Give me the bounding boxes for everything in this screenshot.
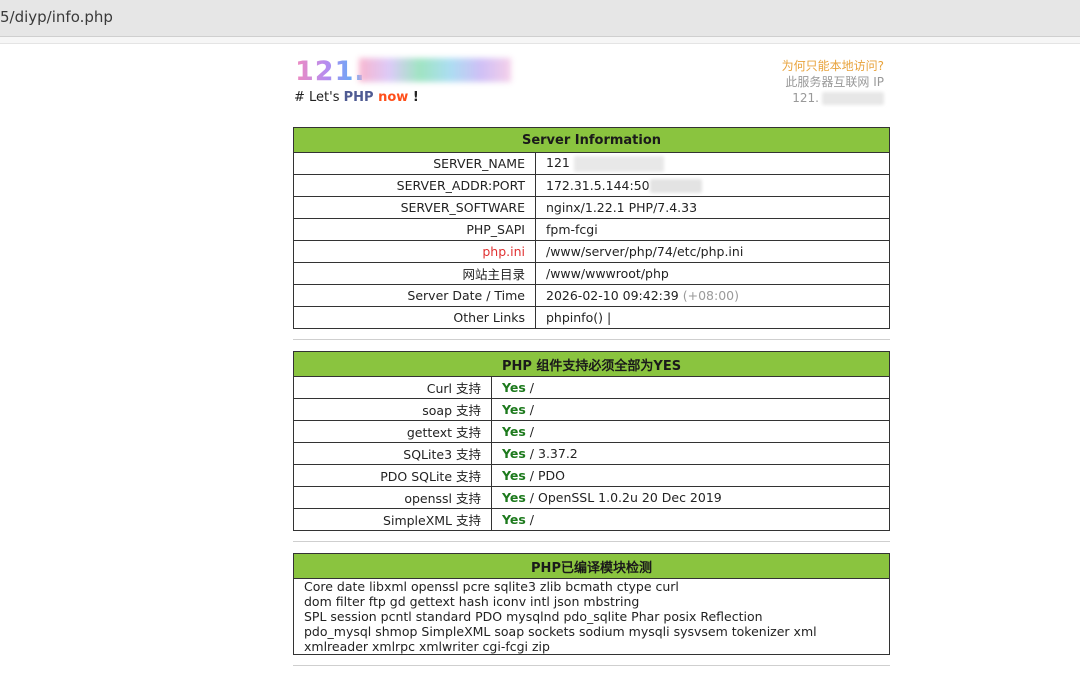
table-row: Server Date / Time 2026-02-10 09:42:39 (… xyxy=(293,284,890,307)
row-value: Yes / 3.37.2 xyxy=(491,442,890,465)
redacted-port-blur xyxy=(649,179,702,194)
row-value: 2026-02-10 09:42:39 (+08:00) xyxy=(535,284,890,307)
yes-status: Yes xyxy=(502,446,526,461)
tagline: # Let's PHP now ! xyxy=(294,90,419,105)
row-value: fpm-fcgi xyxy=(535,218,890,241)
row-value: /www/server/php/74/etc/php.ini xyxy=(535,240,890,263)
row-value: 172.31.5.144:50 xyxy=(535,174,890,197)
toolbar-divider xyxy=(0,37,1080,44)
table-row: PDO SQLite 支持 Yes / PDO xyxy=(293,464,890,487)
row-value: Yes / xyxy=(491,376,890,399)
tagline-prefix: # Let's xyxy=(294,90,344,105)
row-value: Yes / xyxy=(491,398,890,421)
row-key: Server Date / Time xyxy=(293,284,536,307)
table-row: SERVER_SOFTWARE nginx/1.22.1 PHP/7.4.33 xyxy=(293,196,890,219)
server-info-table: Server Information SERVER_NAME 121 SERVE… xyxy=(293,127,890,329)
row-detail: / xyxy=(525,380,535,395)
phpinfo-link[interactable]: phpinfo() | xyxy=(535,306,890,329)
tagline-php: PHP xyxy=(343,90,374,105)
row-value: Yes / xyxy=(491,508,890,531)
section-divider xyxy=(293,665,890,666)
row-key: Other Links xyxy=(293,306,536,329)
table-row: SERVER_ADDR:PORT 172.31.5.144:50 xyxy=(293,174,890,197)
timezone-offset: (+08:00) xyxy=(682,288,739,303)
host-title: 121. xyxy=(295,56,366,87)
public-ip-prefix: 121. xyxy=(792,91,819,105)
public-ip-label: 此服务器互联网 IP xyxy=(785,75,884,89)
server-addr-value: 172.31.5.144:50 xyxy=(546,177,650,193)
row-detail: / OpenSSL 1.0.2u 20 Dec 2019 xyxy=(525,490,722,505)
modules-table: PHP已编译模块检测 Core date libxml openssl pcre… xyxy=(293,553,890,655)
table-row: 网站主目录 /www/wwwroot/php xyxy=(293,262,890,285)
row-key: PDO SQLite 支持 xyxy=(293,464,492,487)
url-text[interactable]: 5/diyp/info.php xyxy=(0,8,113,26)
browser-address-bar[interactable]: 5/diyp/info.php xyxy=(0,0,1080,37)
row-value: 121 xyxy=(535,152,890,175)
modules-title: PHP已编译模块检测 xyxy=(293,553,890,579)
section-divider xyxy=(293,541,890,542)
modules-line: SPL session pcntl standard PDO mysqlnd p… xyxy=(304,609,763,624)
modules-line: Core date libxml openssl pcre sqlite3 zl… xyxy=(304,579,679,594)
yes-status: Yes xyxy=(502,468,526,483)
row-key: openssl 支持 xyxy=(293,486,492,509)
php-support-table: PHP 组件支持必须全部为YES Curl 支持 Yes / soap 支持 Y… xyxy=(293,351,890,531)
server-info-title: Server Information xyxy=(293,127,890,153)
row-detail: / PDO xyxy=(525,468,565,483)
row-detail: / xyxy=(525,512,535,527)
row-value: nginx/1.22.1 PHP/7.4.33 xyxy=(535,196,890,219)
tagline-now: now xyxy=(373,90,409,105)
row-key: PHP_SAPI xyxy=(293,218,536,241)
redacted-host-blur xyxy=(359,58,511,82)
php-support-title: PHP 组件支持必须全部为YES xyxy=(293,351,890,377)
modules-line: xmlreader xmlrpc xmlwriter cgi-fcgi zip xyxy=(304,639,550,654)
why-local-only-link[interactable]: 为何只能本地访问? xyxy=(782,58,884,74)
table-row: Curl 支持 Yes / xyxy=(293,376,890,399)
table-row: php.ini /www/server/php/74/etc/php.ini xyxy=(293,240,890,263)
row-value: Yes / OpenSSL 1.0.2u 20 Dec 2019 xyxy=(491,486,890,509)
modules-line: pdo_mysql shmop SimpleXML soap sockets s… xyxy=(304,624,817,639)
redacted-name-blur xyxy=(573,155,664,172)
page-header: 121. # Let's PHP now ! 为何只能本地访问? 此服务器互联网… xyxy=(293,52,890,116)
table-row: Other Links phpinfo() | xyxy=(293,306,890,329)
php-ini-link[interactable]: php.ini xyxy=(293,240,536,263)
probe-page: 121. # Let's PHP now ! 为何只能本地访问? 此服务器互联网… xyxy=(293,52,890,666)
row-value: Yes / PDO xyxy=(491,464,890,487)
redacted-ip-blur xyxy=(822,92,884,105)
yes-status: Yes xyxy=(502,512,526,527)
table-row: gettext 支持 Yes / xyxy=(293,420,890,443)
yes-status: Yes xyxy=(502,424,526,439)
row-key: SERVER_NAME xyxy=(293,152,536,175)
row-detail: / xyxy=(525,402,535,417)
yes-status: Yes xyxy=(502,380,526,395)
modules-list: Core date libxml openssl pcre sqlite3 zl… xyxy=(293,578,890,655)
row-key: soap 支持 xyxy=(293,398,492,421)
row-detail: / 3.37.2 xyxy=(525,446,578,461)
server-date-value: 2026-02-10 09:42:39 xyxy=(546,288,679,303)
table-row: soap 支持 Yes / xyxy=(293,398,890,421)
row-value: /www/wwwroot/php xyxy=(535,262,890,285)
yes-status: Yes xyxy=(502,490,526,505)
row-key: SERVER_ADDR:PORT xyxy=(293,174,536,197)
table-row: openssl 支持 Yes / OpenSSL 1.0.2u 20 Dec 2… xyxy=(293,486,890,509)
row-detail: / xyxy=(525,424,535,439)
table-row: SERVER_NAME 121 xyxy=(293,152,890,175)
section-divider xyxy=(293,339,890,340)
public-ip-note: 为何只能本地访问? 此服务器互联网 IP 121. xyxy=(782,58,884,106)
modules-line: dom filter ftp gd gettext hash iconv int… xyxy=(304,594,640,609)
row-key: Curl 支持 xyxy=(293,376,492,399)
table-row: SQLite3 支持 Yes / 3.37.2 xyxy=(293,442,890,465)
yes-status: Yes xyxy=(502,402,526,417)
public-ip-value: 121. xyxy=(782,90,884,106)
table-row: SimpleXML 支持 Yes / xyxy=(293,508,890,531)
row-value: Yes / xyxy=(491,420,890,443)
row-key: 网站主目录 xyxy=(293,262,536,285)
table-row: PHP_SAPI fpm-fcgi xyxy=(293,218,890,241)
row-key: SQLite3 支持 xyxy=(293,442,492,465)
row-key: gettext 支持 xyxy=(293,420,492,443)
row-key: SERVER_SOFTWARE xyxy=(293,196,536,219)
tagline-bang: ! xyxy=(408,90,419,105)
server-name-value: 121 xyxy=(546,155,570,171)
row-key: SimpleXML 支持 xyxy=(293,508,492,531)
